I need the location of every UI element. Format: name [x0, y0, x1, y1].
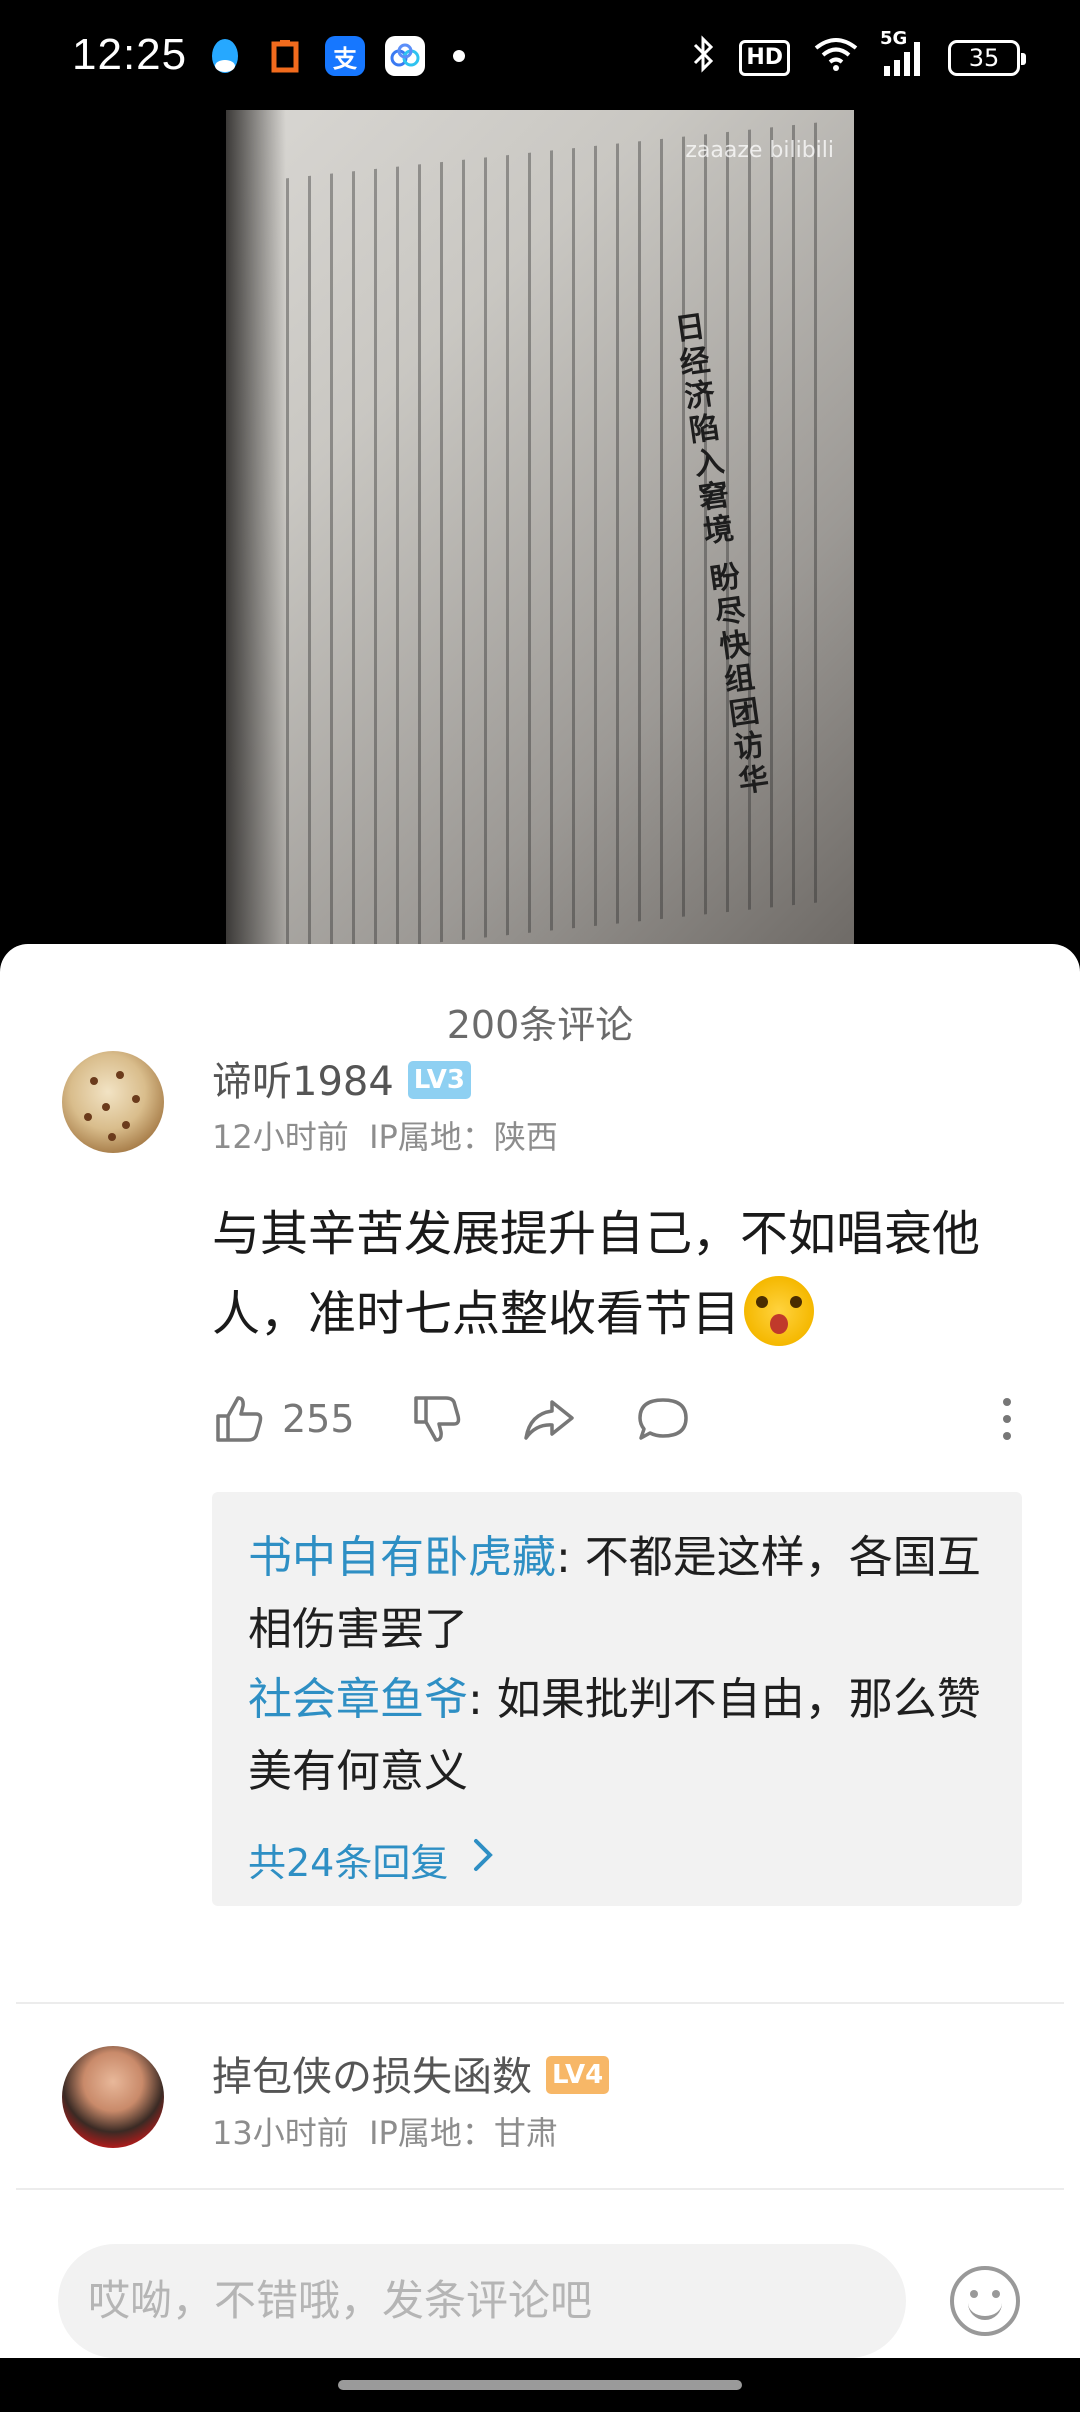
comment-sheet: 200条评论 谛听1984 LV3 12小时前 IP属地：陕西 与其辛苦发展提升自… [0, 944, 1080, 2358]
share-button[interactable] [522, 1392, 576, 1446]
avatar[interactable] [62, 2046, 164, 2148]
signal-icon: 5G [880, 28, 926, 78]
comment-body: 与其辛苦发展提升自己，不如唱衰他人，准时七点整收看节目 [212, 1206, 981, 1342]
qq-icon [205, 36, 245, 76]
more-vertical-icon [1003, 1398, 1011, 1440]
video-frame-newspaper: 日经济陷入窘境 盼尽快组团访华 zaaaze bilibili [226, 110, 854, 950]
input-divider [16, 2188, 1064, 2190]
view-all-replies-link[interactable]: 共24条回复 [248, 1832, 494, 1887]
like-count: 255 [282, 1397, 355, 1441]
comment-username[interactable]: 掉包侠の损失函数 LV4 [212, 2044, 610, 2102]
comment-count-title: 200条评论 [446, 1003, 634, 1047]
chevron-right-icon [472, 1837, 494, 1883]
battery-indicator: 35 [948, 40, 1026, 76]
alipay-icon: 支 [325, 36, 365, 76]
comment-username[interactable]: 谛听1984 LV3 [212, 1049, 471, 1107]
wifi-icon [812, 34, 860, 82]
baidu-cloud-icon [385, 36, 425, 76]
office-icon [265, 36, 305, 76]
comment-meta: 12小时前 IP属地：陕西 [212, 1112, 558, 1158]
home-indicator[interactable] [338, 2380, 742, 2390]
system-icons: HD 5G 35 [691, 28, 1026, 82]
comment-input-bar: 哎呦，不错哦，发条评论吧 [0, 2244, 1080, 2358]
comment-ip: IP属地：甘肃 [369, 2114, 558, 2152]
reply-item[interactable]: 社会章鱼爷: 如果批判不自由，那么赞美有何意义 [248, 1664, 988, 1808]
thumbs-down-icon [414, 1396, 461, 1442]
comment-time: 13小时前 [212, 2114, 349, 2152]
username-text[interactable]: 掉包侠の损失函数 [212, 2054, 532, 2100]
hd-badge: HD [739, 40, 790, 76]
level-badge: LV4 [546, 2056, 610, 2094]
comment-actions: 255 [212, 1392, 1022, 1462]
reply-username[interactable]: 社会章鱼爷 [248, 1674, 468, 1725]
paper-shadow [226, 110, 286, 950]
more-replies-label: 共24条回复 [248, 1841, 449, 1885]
dislike-button[interactable] [410, 1392, 464, 1446]
system-nav-bar [0, 2358, 1080, 2412]
video-player[interactable]: 日经济陷入窘境 盼尽快组团访华 zaaaze bilibili [0, 110, 1080, 950]
comment-text[interactable]: 与其辛苦发展提升自己，不如唱衰他人，准时七点整收看节目 [212, 1194, 1012, 1354]
username-text[interactable]: 谛听1984 [212, 1059, 394, 1105]
reply-item[interactable]: 书中自有卧虎藏: 不都是这样，各国互相伤害罢了 [248, 1522, 988, 1666]
more-options-button[interactable] [980, 1392, 1034, 1446]
comment-time: 12小时前 [212, 1118, 349, 1156]
comment-meta: 13小时前 IP属地：甘肃 [212, 2108, 558, 2154]
like-button[interactable]: 255 [212, 1392, 355, 1446]
thumbs-up-icon [216, 1396, 263, 1442]
network-type: 5G [880, 28, 908, 49]
reply-preview-box[interactable]: 书中自有卧虎藏: 不都是这样，各国互相伤害罢了 社会章鱼爷: 如果批判不自由，那… [212, 1492, 1022, 1906]
shocked-emoji-icon [744, 1276, 815, 1346]
avatar[interactable] [62, 1051, 164, 1153]
level-badge: LV3 [407, 1061, 471, 1099]
reply-username[interactable]: 书中自有卧虎藏 [248, 1532, 556, 1583]
newspaper-text-columns [286, 121, 826, 950]
comment-input[interactable]: 哎呦，不错哦，发条评论吧 [58, 2244, 906, 2358]
comment-divider [16, 2002, 1064, 2004]
share-icon [524, 1400, 574, 1440]
more-notifications-dot [453, 50, 465, 62]
emoji-button[interactable] [950, 2266, 1020, 2336]
bilibili-watermark: zaaaze bilibili [685, 138, 834, 163]
bluetooth-icon [691, 34, 717, 82]
reply-button[interactable] [636, 1392, 690, 1446]
status-bar: 12:25 支 HD 5G 35 [0, 0, 1080, 110]
comment-ip: IP属地：陕西 [369, 1118, 558, 1156]
notification-icons: 支 [205, 36, 465, 76]
comment-bubble-icon [638, 1398, 688, 1440]
status-time: 12:25 [72, 30, 188, 79]
